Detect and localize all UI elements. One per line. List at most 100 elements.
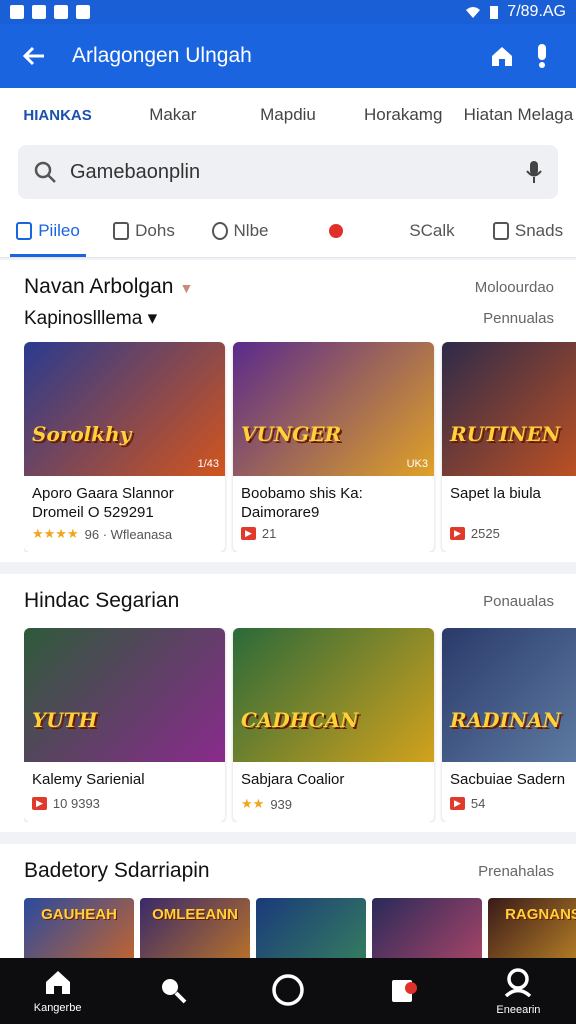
game-thumbnail[interactable]: GAUHEAH bbox=[24, 898, 134, 960]
chip-2[interactable]: Nlbe bbox=[192, 204, 288, 257]
game-meta: ▶ 54 bbox=[442, 792, 576, 821]
chip-4[interactable]: SCalk bbox=[384, 204, 480, 257]
rating-badge: ▶ bbox=[450, 527, 465, 540]
game-card[interactable]: Sorolkhy 1/43 Aporo Gaara Slannor Dromeil … bbox=[24, 342, 225, 552]
section-title: Navan Arbolgan ▼ bbox=[24, 275, 475, 299]
game-thumbnail[interactable]: OMLEEANN bbox=[140, 898, 250, 960]
section-2: Badetory Sdarriapin Prenahalas GAUHEAH OMLE… bbox=[0, 844, 576, 960]
status-indicators: 7/89.AG bbox=[465, 3, 566, 21]
game-logo: VUNGER bbox=[241, 422, 342, 446]
section-subheader: Kapinoslllema ▾ Pennualas bbox=[24, 304, 576, 332]
game-logo: YUTH bbox=[32, 708, 98, 732]
tab-2[interactable]: Mapdiu bbox=[230, 105, 345, 125]
rating-stars: ★★ bbox=[241, 796, 265, 811]
section-title-text: Navan Arbolgan bbox=[24, 275, 174, 298]
game-logo: RAGNANS bbox=[505, 906, 576, 923]
tab-3[interactable]: Horakamg bbox=[346, 105, 461, 125]
plus-square-icon bbox=[492, 221, 509, 240]
game-thumbnail[interactable]: RAGNANS bbox=[488, 898, 576, 960]
profile-icon bbox=[503, 967, 533, 1000]
bookmark-icon bbox=[113, 221, 130, 240]
exclamation-icon bbox=[538, 44, 546, 68]
chip-0[interactable]: Piileo bbox=[0, 204, 96, 257]
game-thumbnail[interactable]: YUTH bbox=[24, 628, 225, 762]
chip-1[interactable]: Dohs bbox=[96, 204, 192, 257]
search-bar: Gamebaonplin bbox=[0, 142, 576, 204]
nav-item-1[interactable] bbox=[115, 976, 230, 1007]
wifi-icon bbox=[466, 7, 481, 18]
game-logo: GAUHEAH bbox=[41, 906, 117, 923]
home-icon bbox=[44, 969, 72, 998]
card-row: Sorolkhy 1/43 Aporo Gaara Slannor Dromeil … bbox=[24, 342, 576, 552]
back-button[interactable] bbox=[14, 36, 54, 76]
section-title: Hindac Segarian bbox=[24, 589, 483, 613]
chip-5[interactable]: Snads bbox=[480, 204, 576, 257]
nav-label: Kangerbe bbox=[33, 1001, 82, 1014]
game-card[interactable]: VUNGER UK3 Boobamo shis Ka: Daimorare9 ▶ 21 bbox=[233, 342, 434, 552]
section-more-link[interactable]: Ponaualas bbox=[483, 593, 554, 610]
house-icon bbox=[492, 47, 512, 66]
mic-icon[interactable] bbox=[526, 160, 542, 184]
alert-button[interactable] bbox=[522, 36, 562, 76]
chip-label: Piileo bbox=[38, 220, 80, 240]
game-meta: ▶ 21 bbox=[233, 522, 434, 551]
game-thumbnail[interactable]: CADHCAN bbox=[233, 628, 434, 762]
rating-badge: ▶ bbox=[450, 797, 465, 810]
game-thumbnail[interactable]: RADINAN bbox=[442, 628, 576, 762]
section-title-text: Hindac Segarian bbox=[24, 589, 180, 612]
section-subtitle[interactable]: Kapinoslllema ▾ bbox=[24, 307, 483, 330]
notification-badge bbox=[404, 981, 417, 994]
game-meta-text: 10 9393 bbox=[52, 796, 100, 811]
game-card[interactable]: CADHCAN Sabjara Coalior ★★ 939 bbox=[233, 628, 434, 822]
age-badge: 1/43 bbox=[197, 458, 219, 470]
tab-0[interactable]: HIANKAS bbox=[0, 107, 115, 124]
section-sub-link[interactable]: Pennualas bbox=[483, 310, 554, 327]
chevron-down-icon[interactable]: ▼ bbox=[179, 280, 193, 296]
nav-item-4[interactable]: Eneearin bbox=[461, 967, 576, 1016]
section-more-link[interactable]: Prenahalas bbox=[478, 863, 554, 880]
game-title: Aporo Gaara Slannor Dromeil O 529291 bbox=[32, 485, 174, 521]
nav-item-3[interactable] bbox=[346, 976, 461, 1007]
tab-4[interactable]: Hiatan Melaga bbox=[461, 105, 576, 125]
game-thumbnail[interactable] bbox=[372, 898, 482, 960]
chip-label: Snads bbox=[514, 220, 564, 240]
game-thumbnail[interactable]: RUTINEN bbox=[442, 342, 576, 476]
notification-icon bbox=[32, 5, 46, 19]
search-icon bbox=[34, 161, 56, 183]
section-more-link[interactable]: Moloourdao bbox=[475, 279, 554, 296]
game-thumbnail[interactable]: Sorolkhy 1/43 bbox=[24, 342, 225, 476]
game-card[interactable]: RUTINEN Sapet la biula ▶ 2525 bbox=[442, 342, 576, 552]
game-title: Boobamo shis Ka: Daimorare9 bbox=[241, 485, 363, 521]
section-header: Navan Arbolgan ▼ Moloourdao bbox=[24, 270, 576, 304]
chip-label: Nlbe bbox=[233, 220, 269, 240]
game-thumbnail[interactable] bbox=[256, 898, 366, 960]
mini-row: GAUHEAH OMLEEANN RAGNANS bbox=[24, 898, 576, 960]
home-button[interactable] bbox=[482, 36, 522, 76]
rating-badge: ▶ bbox=[241, 527, 256, 540]
game-thumbnail[interactable]: VUNGER UK3 bbox=[233, 342, 434, 476]
top-tabs: HIANKAS Makar Mapdiu Horakamg Hiatan Melaga bbox=[0, 88, 576, 142]
nav-item-0[interactable]: Kangerbe bbox=[0, 969, 115, 1014]
game-title: Kalemy Sarienial bbox=[32, 771, 145, 788]
section-1: Hindac Segarian Ponaualas YUTH Kalemy Sarie… bbox=[0, 574, 576, 832]
section-title-text: Badetory Sdarriapin bbox=[24, 859, 210, 882]
shield-icon bbox=[211, 221, 228, 240]
game-logo: CADHCAN bbox=[241, 708, 359, 732]
video-icon bbox=[16, 221, 33, 240]
app-bar: Arlagongen Ulngah bbox=[0, 24, 576, 88]
search-input[interactable]: Gamebaonplin bbox=[18, 145, 558, 199]
game-meta: ★★★★ 96 · Wfleanasa bbox=[24, 522, 225, 552]
game-title: Sabjara Coalior bbox=[241, 771, 345, 788]
content-feed[interactable]: Navan Arbolgan ▼ Moloourdao Kapinoslllema ▾… bbox=[0, 260, 576, 960]
game-card[interactable]: RADINAN Sacbuiae Sadern ▶ 54 bbox=[442, 628, 576, 822]
game-logo: RADINAN bbox=[450, 708, 561, 732]
rating-stars: ★★★★ bbox=[32, 526, 79, 541]
game-card[interactable]: YUTH Kalemy Sarienial ▶ 10 9393 bbox=[24, 628, 225, 822]
chip-label: SCalk bbox=[409, 220, 455, 240]
game-logo: OMLEEANN bbox=[152, 906, 238, 923]
back-arrow-icon bbox=[23, 46, 44, 66]
bottom-nav: Kangerbe Eneearin bbox=[0, 958, 576, 1024]
tab-1[interactable]: Makar bbox=[115, 105, 230, 125]
chip-3[interactable] bbox=[288, 204, 384, 257]
nav-item-2[interactable] bbox=[230, 973, 345, 1010]
